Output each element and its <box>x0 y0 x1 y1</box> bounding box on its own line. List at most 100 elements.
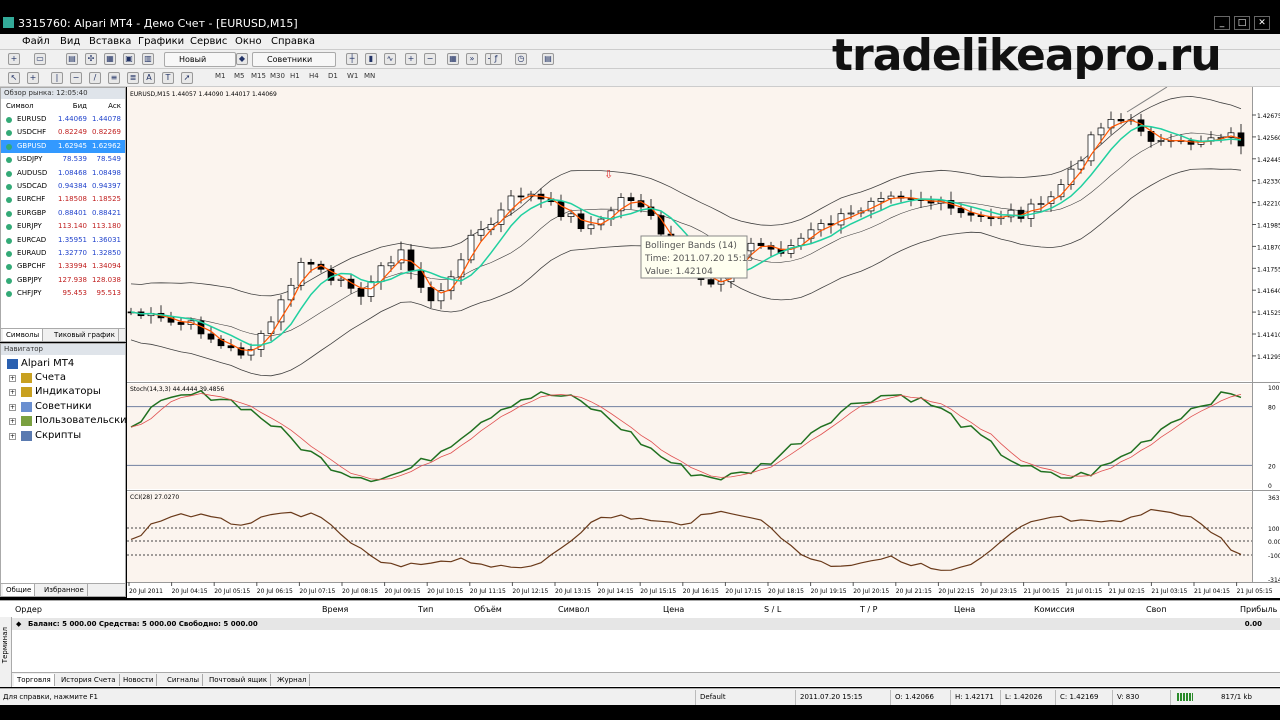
tf-m5[interactable]: M5 <box>234 72 245 80</box>
navigator-item-advisors[interactable]: Советники <box>35 401 92 412</box>
expand-scripts-icon[interactable]: + <box>9 433 16 440</box>
market-watch-icon[interactable]: ▤ <box>66 53 78 65</box>
status-profile[interactable]: Default <box>700 693 726 701</box>
navigator-icon[interactable]: ✣ <box>85 53 97 65</box>
tab-common[interactable]: Общие <box>3 584 36 596</box>
navigator-item-accounts[interactable]: Счета <box>35 372 66 383</box>
col-commission[interactable]: Комиссия <box>1034 605 1075 614</box>
expand-accounts-icon[interactable]: + <box>9 375 16 382</box>
crosshair-icon[interactable]: + <box>27 72 39 84</box>
horizontal-line-icon[interactable]: − <box>70 72 82 84</box>
tf-m30[interactable]: M30 <box>270 72 285 80</box>
expand-custom-icon[interactable]: + <box>9 418 16 425</box>
market-watch-row[interactable]: USDCHF 0.82249 0.82269 <box>1 126 125 139</box>
expert-advisors-button[interactable]: Советники <box>252 52 336 67</box>
navigator-root[interactable]: Alpari MT4 <box>21 358 74 369</box>
col-tp[interactable]: T / P <box>860 605 878 614</box>
tab-news[interactable]: Новости <box>120 674 158 686</box>
market-watch-row[interactable]: AUDUSD 1.08468 1.08498 <box>1 167 125 180</box>
market-watch-row[interactable]: EURJPY 113.140 113.180 <box>1 220 125 233</box>
market-watch-row[interactable]: GBPJPY 127.938 128.038 <box>1 274 125 287</box>
menu-tools[interactable]: Сервис <box>190 36 227 47</box>
col-profit[interactable]: Прибыль <box>1240 605 1277 614</box>
col-swap[interactable]: Своп <box>1146 605 1166 614</box>
market-watch-row[interactable]: EURGBP 0.88401 0.88421 <box>1 207 125 220</box>
tab-tick-chart[interactable]: Тиковый график <box>51 329 119 341</box>
col-sl[interactable]: S / L <box>764 605 781 614</box>
periods-icon[interactable]: ◷ <box>515 53 527 65</box>
chart-window[interactable]: EURUSD,M15 1.44057 1.44090 1.44017 1.440… <box>127 86 1280 598</box>
price-pane[interactable] <box>127 87 1252 381</box>
market-watch-row[interactable]: GBPUSD 1.62945 1.62962 <box>1 139 125 154</box>
menu-window[interactable]: Окно <box>235 36 262 47</box>
cursor-icon[interactable]: ↖ <box>8 72 20 84</box>
tab-signals[interactable]: Сигналы <box>164 674 203 686</box>
chart-canvas[interactable]: EURUSD,M15 1.44057 1.44090 1.44017 1.440… <box>127 86 1280 598</box>
new-order-button[interactable]: Новый Ордер <box>164 52 236 77</box>
tab-trade[interactable]: Торговля <box>14 674 55 686</box>
tab-mailbox[interactable]: Почтовый ящик <box>206 674 272 686</box>
menu-charts[interactable]: Графики <box>138 36 184 47</box>
expand-indicators-icon[interactable]: + <box>9 389 16 396</box>
tf-h4[interactable]: H4 <box>309 72 319 80</box>
col-price[interactable]: Цена <box>663 605 684 614</box>
col-type[interactable]: Тип <box>418 605 433 614</box>
tab-symbols[interactable]: Символы <box>3 329 44 341</box>
col-volume[interactable]: Объём <box>474 605 502 614</box>
expand-advisors-icon[interactable]: + <box>9 404 16 411</box>
market-watch-row[interactable]: CHFJPY 95.453 95.513 <box>1 287 125 300</box>
cci-pane[interactable] <box>127 492 1252 582</box>
zoom-out-icon[interactable]: − <box>424 53 436 65</box>
col-symbol[interactable]: Символ <box>558 605 590 614</box>
trendline-icon[interactable]: / <box>89 72 101 84</box>
indicators-icon[interactable]: ƒ <box>490 53 502 65</box>
menu-file[interactable]: Файл <box>22 36 50 47</box>
terminal-icon[interactable]: ▦ <box>104 53 116 65</box>
channel-icon[interactable]: ≡ <box>108 72 120 84</box>
tf-w1[interactable]: W1 <box>347 72 358 80</box>
templates-icon[interactable]: ▤ <box>542 53 554 65</box>
menu-insert[interactable]: Вставка <box>89 36 131 47</box>
fibo-icon[interactable]: ≣ <box>127 72 139 84</box>
market-watch-row[interactable]: EURCHF 1.18508 1.18525 <box>1 193 125 206</box>
column-bid[interactable]: Бид <box>73 99 87 113</box>
autoscroll-icon[interactable]: » <box>466 53 478 65</box>
meta-editor-icon[interactable]: ◆ <box>236 53 248 65</box>
candles-icon[interactable]: ▮ <box>365 53 377 65</box>
column-symbol[interactable]: Символ <box>6 99 34 113</box>
market-watch-row[interactable]: GBPCHF 1.33994 1.34094 <box>1 260 125 273</box>
market-watch-row[interactable]: USDJPY 78.539 78.549 <box>1 153 125 166</box>
tile-windows-icon[interactable]: ▦ <box>447 53 459 65</box>
balance-row[interactable]: ◆ Баланс: 5 000.00 Средства: 5 000.00 Св… <box>12 618 1280 630</box>
bar-chart-icon[interactable]: ┼ <box>346 53 358 65</box>
tf-h1[interactable]: H1 <box>290 72 300 80</box>
tester-icon[interactable]: ▣ <box>123 53 135 65</box>
navigator-item-scripts[interactable]: Скрипты <box>35 430 81 441</box>
label-icon[interactable]: T <box>162 72 174 84</box>
market-watch-row[interactable]: EURAUD 1.32770 1.32850 <box>1 247 125 260</box>
menu-view[interactable]: Вид <box>60 36 80 47</box>
arrows-icon[interactable]: ➚ <box>181 72 193 84</box>
history-icon[interactable]: ▥ <box>142 53 154 65</box>
tab-account-history[interactable]: История Счета <box>58 674 120 686</box>
column-ask[interactable]: Аск <box>108 99 121 113</box>
tf-m1[interactable]: M1 <box>215 72 226 80</box>
col-time[interactable]: Время <box>322 605 348 614</box>
text-icon[interactable]: A <box>143 72 155 84</box>
tf-m15[interactable]: M15 <box>251 72 266 80</box>
line-chart-icon[interactable]: ∿ <box>384 53 396 65</box>
col-order[interactable]: Ордер <box>15 605 42 614</box>
market-watch-row[interactable]: USDCAD 0.94384 0.94397 <box>1 180 125 193</box>
vertical-line-icon[interactable]: | <box>51 72 63 84</box>
col-price2[interactable]: Цена <box>954 605 975 614</box>
tf-mn[interactable]: MN <box>364 72 375 80</box>
navigator-item-indicators[interactable]: Индикаторы <box>35 386 101 397</box>
maximize-button[interactable]: □ <box>1234 16 1250 30</box>
new-chart-icon[interactable]: + <box>8 53 20 65</box>
terminal-sidebar[interactable]: Терминал <box>0 617 12 687</box>
tab-favorites[interactable]: Избранное <box>41 584 88 596</box>
profiles-icon[interactable]: ▭ <box>34 53 46 65</box>
tf-d1[interactable]: D1 <box>328 72 338 80</box>
market-watch-row[interactable]: EURUSD 1.44069 1.44078 <box>1 113 125 126</box>
navigator-item-custom[interactable]: Пользовательские <box>35 415 133 426</box>
